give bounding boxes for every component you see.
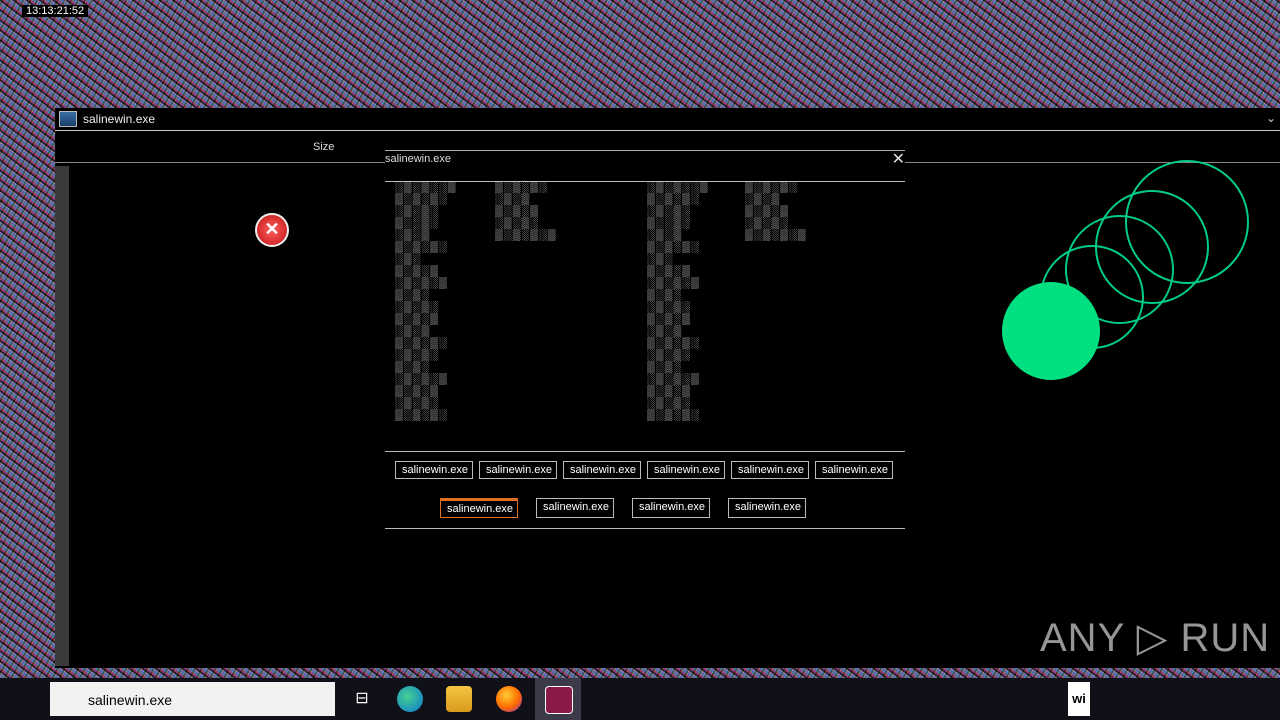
- navigation-pane: [55, 166, 69, 666]
- corrupted-text-column: ▒░▒░▒░ ░▒░▒ ▒░▒░▒ ░▒░▒░ ▒░▒░▒░▒: [745, 181, 807, 241]
- search-input[interactable]: [86, 691, 330, 709]
- dialog-button[interactable]: salinewin.exe: [536, 498, 614, 518]
- firefox-icon[interactable]: [496, 686, 522, 712]
- corrupted-text-column: ░▒░▒░░▒ ▒░▒░▒░ ░▒░▒░ ▒░░▒░ ░▒░▒ ▒░▒░▒░ ░…: [647, 181, 709, 421]
- taskbar-search[interactable]: [50, 682, 335, 716]
- edge-icon[interactable]: [397, 686, 423, 712]
- dialog-button-selected[interactable]: salinewin.exe: [440, 498, 518, 518]
- corrupted-text-column: ▒░▒░▒░ ░▒░▒ ▒░▒░▒ ░▒░▒░ ▒░▒░▒░▒: [495, 181, 557, 241]
- main-window: salinewin.exe ⌄ Size ✕ salinewin.exe ✕ ░…: [55, 108, 1280, 668]
- corrupted-text-column: ░▒░▒░░▒ ▒░▒░▒░ ░▒░▒░ ▒░░▒░ ░▒░▒ ▒░▒░▒░ ░…: [395, 181, 457, 421]
- green-circle: [1002, 282, 1100, 380]
- divider: [385, 451, 905, 452]
- window-titlebar[interactable]: salinewin.exe ⌄: [55, 108, 1280, 131]
- error-icon: ✕: [255, 213, 289, 247]
- chevron-down-icon[interactable]: ⌄: [1266, 111, 1276, 125]
- taskbar: ⊟ wi: [0, 678, 1280, 720]
- window-title: salinewin.exe: [83, 112, 156, 126]
- button-row: salinewin.exe salinewin.exe salinewin.ex…: [395, 461, 893, 479]
- dialog-button[interactable]: salinewin.exe: [731, 461, 809, 479]
- dialog-title: salinewin.exe: [385, 153, 452, 165]
- corner-readout: 13:13:21:52: [22, 5, 89, 17]
- dialog-button[interactable]: salinewin.exe: [815, 461, 893, 479]
- watermark: ANY ▷ RUN: [1040, 616, 1271, 660]
- app-icon: [59, 111, 77, 127]
- dialog-button[interactable]: salinewin.exe: [395, 461, 473, 479]
- column-header-size[interactable]: Size: [313, 141, 334, 153]
- dialog-button[interactable]: salinewin.exe: [563, 461, 641, 479]
- dialog-button[interactable]: salinewin.exe: [647, 461, 725, 479]
- task-view-icon[interactable]: ⊟: [349, 686, 375, 712]
- dialog-button[interactable]: salinewin.exe: [632, 498, 710, 518]
- file-explorer-icon[interactable]: [446, 686, 472, 712]
- glitched-dialog: salinewin.exe ✕ ░▒░▒░░▒ ▒░▒░▒░ ░▒░▒░ ▒░░…: [385, 150, 905, 536]
- divider: [385, 528, 905, 529]
- winrar-icon[interactable]: [545, 686, 573, 714]
- button-row: salinewin.exe salinewin.exe salinewin.ex…: [440, 498, 806, 518]
- dialog-button[interactable]: salinewin.exe: [479, 461, 557, 479]
- dialog-button[interactable]: salinewin.exe: [728, 498, 806, 518]
- taskbar-label: wi: [1068, 682, 1090, 716]
- close-icon[interactable]: ✕: [892, 149, 905, 169]
